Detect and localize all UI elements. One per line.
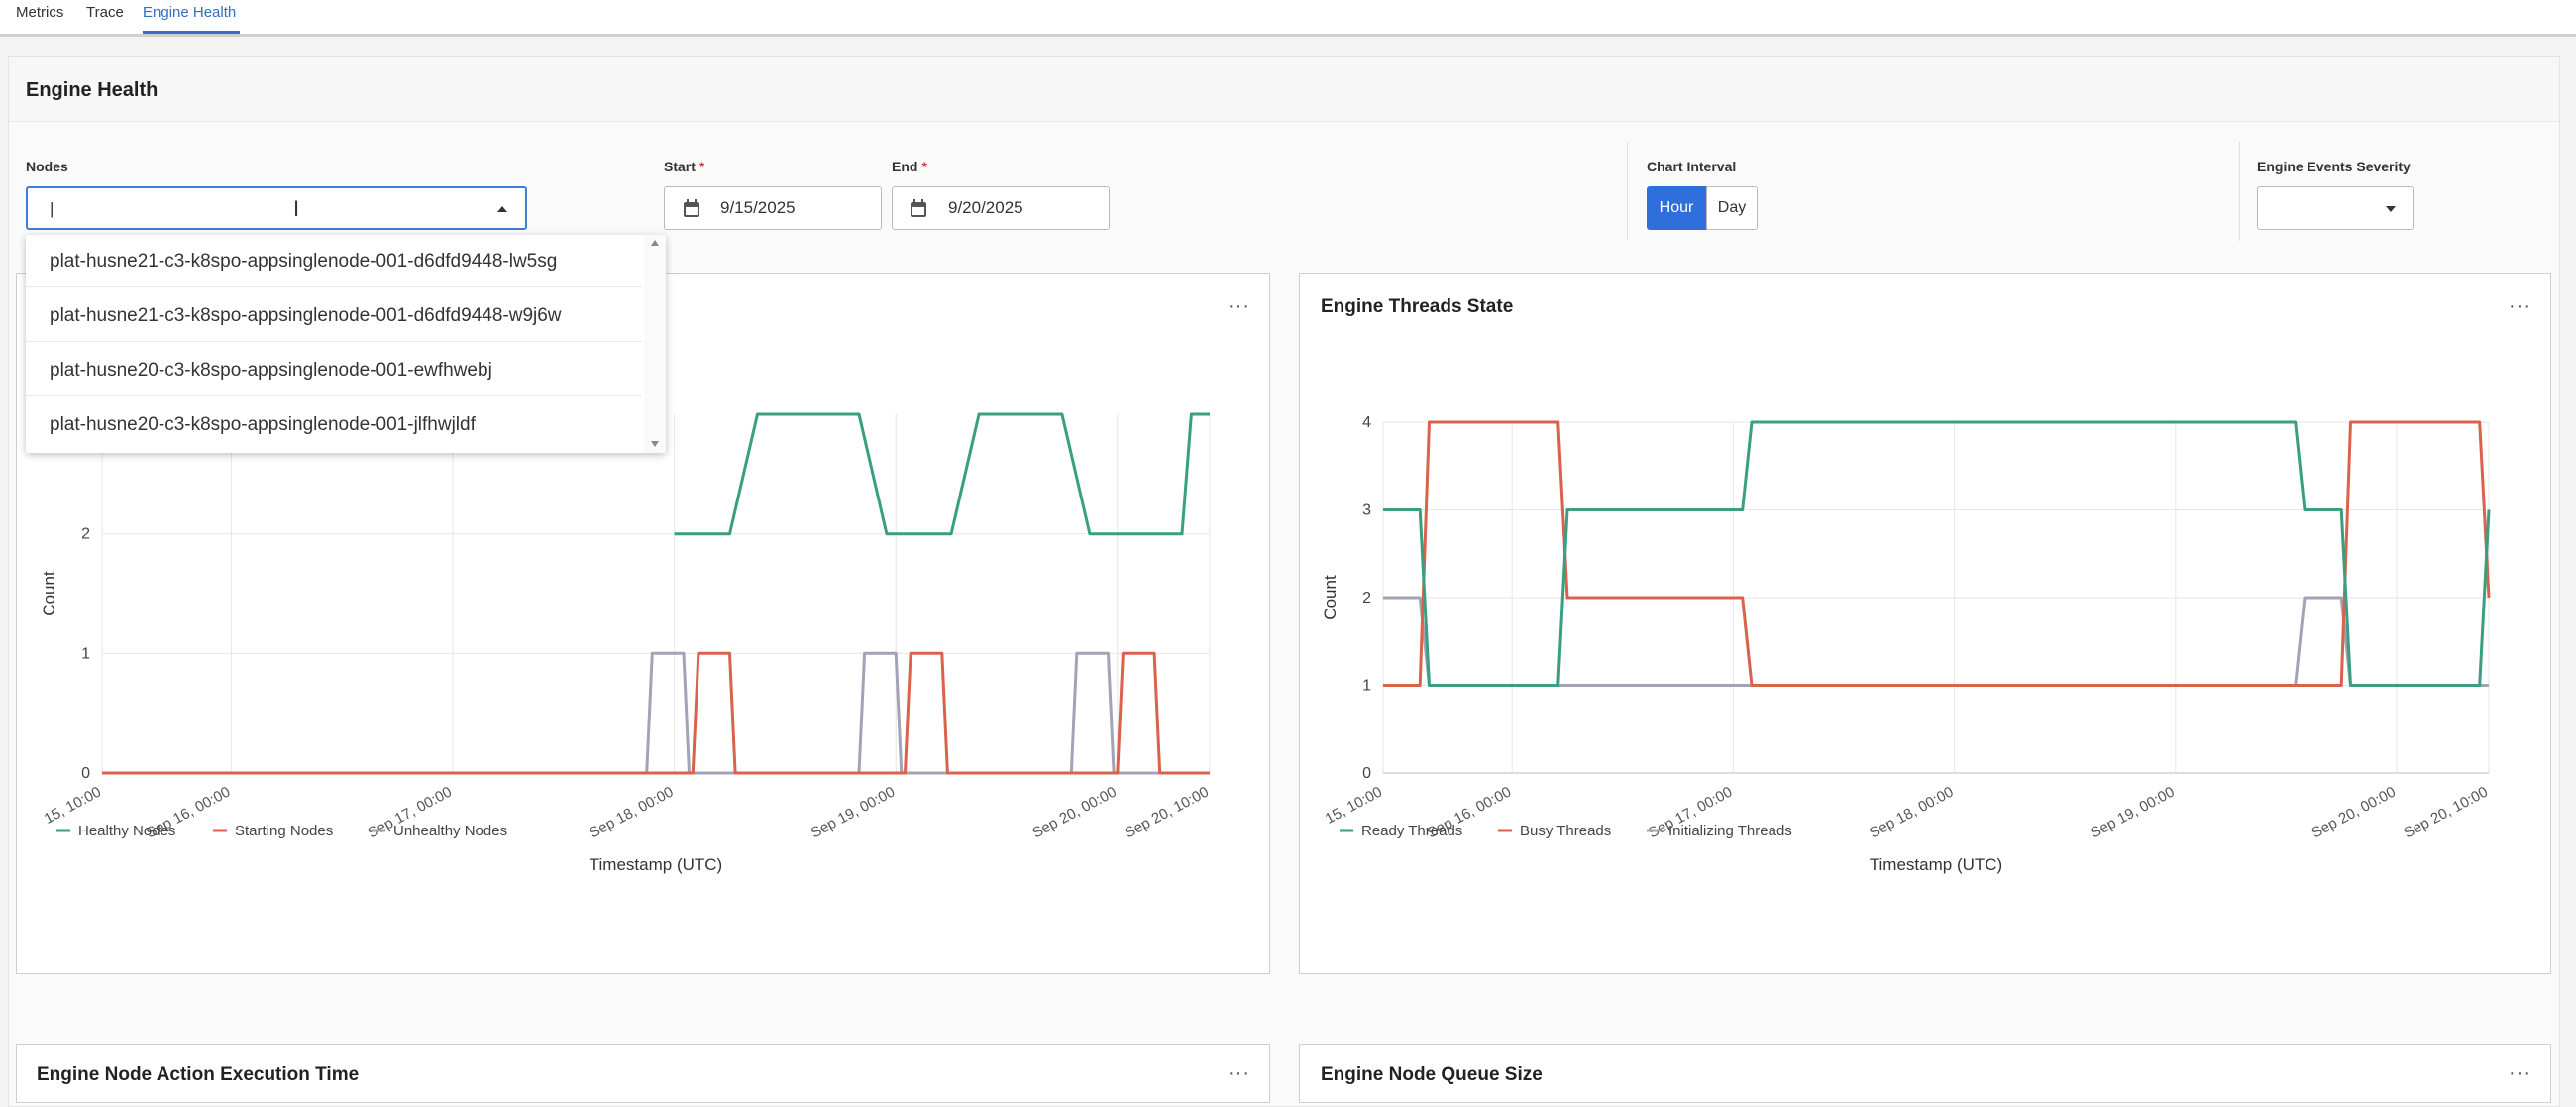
y-tick-label: 2	[81, 526, 90, 543]
x-tick-label: Sep 20, 10:00	[2401, 784, 2490, 842]
y-tick-label: 0	[1362, 765, 1371, 782]
node-option[interactable]: plat-husne21-c3-k8spo-appsinglenode-001-…	[26, 235, 642, 287]
x-axis-label: Timestamp (UTC)	[590, 855, 722, 874]
scroll-down-icon[interactable]	[651, 441, 659, 447]
page-title: Engine Health	[26, 79, 159, 101]
x-tick-label: 15, 10:00	[1323, 784, 1385, 828]
x-tick-label: Sep 20, 00:00	[1029, 784, 1119, 842]
node-option[interactable]: plat-husne20-c3-k8spo-appsinglenode-001-…	[26, 344, 642, 396]
node-health-chart: 15, 10:00 Sep 16, 00:00 Sep 17, 00:00 Sep 1…	[40, 412, 1212, 874]
top-tab-bar: Metrics Trace Engine Health	[0, 0, 2576, 37]
calendar-icon[interactable]	[910, 199, 927, 218]
y-tick-label: 4	[1362, 414, 1371, 431]
chevron-down-icon[interactable]	[2385, 204, 2397, 214]
panel-title: Engine Node Queue Size	[1321, 1064, 1543, 1085]
scroll-up-icon[interactable]	[651, 240, 659, 246]
end-label: End *	[892, 159, 927, 174]
tab-metrics[interactable]: Metrics	[16, 0, 71, 34]
y-tick-label: 3	[1362, 502, 1371, 519]
x-tick-label: Sep 20, 10:00	[1122, 784, 1211, 842]
nodes-combobox[interactable]: | I	[26, 186, 527, 230]
tab-trace[interactable]: Trace	[86, 0, 126, 34]
y-tick-label: 0	[81, 765, 90, 782]
legend-label: Unhealthy Nodes	[393, 823, 507, 839]
more-options-button[interactable]: ···	[1228, 1062, 1250, 1085]
nodes-input-text: |	[50, 199, 54, 218]
y-axis-label: Count	[40, 571, 58, 616]
x-tick-label: Sep 20, 00:00	[2308, 784, 2398, 842]
y-axis-label: Count	[1321, 575, 1340, 620]
execution-time-panel: Engine Node Action Execution Time ···	[16, 1044, 1270, 1103]
more-options-button[interactable]: ···	[1228, 295, 1250, 318]
severity-label: Engine Events Severity	[2257, 159, 2411, 174]
nodes-label: Nodes	[26, 159, 68, 174]
interval-hour-button[interactable]: Hour	[1647, 186, 1706, 230]
more-options-button[interactable]: ···	[2509, 295, 2531, 318]
x-tick-label: 15, 10:00	[42, 784, 104, 828]
nodes-dropdown-list: plat-husne21-c3-k8spo-appsinglenode-001-…	[26, 235, 666, 453]
x-tick-label: Sep 18, 00:00	[587, 784, 676, 842]
page-header: Engine Health	[9, 57, 2559, 122]
y-tick-label: 1	[1362, 678, 1371, 695]
divider	[2239, 142, 2240, 241]
threads-state-chart: 15, 10:00 Sep 16, 00:00 Sep 17, 00:00 Sep 1…	[1321, 414, 2491, 874]
calendar-icon[interactable]	[683, 199, 700, 218]
x-tick-label: Sep 19, 00:00	[2088, 784, 2177, 842]
legend-label: Busy Threads	[1520, 823, 1611, 839]
start-date-value: 9/15/2025	[720, 198, 796, 217]
series-line	[1383, 420, 2491, 687]
more-options-button[interactable]: ···	[2509, 1062, 2531, 1085]
queue-size-panel: Engine Node Queue Size ···	[1299, 1044, 2551, 1103]
end-date-input[interactable]: 9/20/2025	[892, 186, 1110, 230]
x-axis-label: Timestamp (UTC)	[1870, 855, 2002, 874]
tab-engine-health[interactable]: Engine Health	[143, 0, 240, 34]
x-tick-label: Sep 19, 00:00	[808, 784, 898, 842]
legend-label: Starting Nodes	[235, 823, 333, 839]
y-tick-label: 2	[1362, 590, 1371, 607]
end-date-value: 9/20/2025	[948, 198, 1023, 217]
legend-label: Initializing Threads	[1668, 823, 1792, 839]
chart-interval-label: Chart Interval	[1647, 159, 1737, 174]
series-line	[1383, 596, 2489, 687]
text-cursor-icon: I	[293, 196, 300, 221]
series-line	[102, 651, 1210, 775]
start-label: Start *	[664, 159, 705, 174]
legend-label: Healthy Nodes	[78, 823, 175, 839]
series-line	[674, 412, 1210, 536]
node-option[interactable]: plat-husne21-c3-k8spo-appsinglenode-001-…	[26, 289, 642, 342]
dropdown-scrollbar[interactable]	[644, 235, 666, 453]
y-tick-label: 1	[81, 645, 90, 662]
series-line	[1383, 420, 2491, 687]
legend-label: Ready Threads	[1361, 823, 1462, 839]
engine-threads-state-panel: Engine Threads State ··· 15, 10:00 Sep 16…	[1299, 273, 2551, 974]
x-tick-label: Sep 18, 00:00	[1867, 784, 1956, 842]
severity-select[interactable]	[2257, 186, 2414, 230]
chevron-up-icon[interactable]	[496, 204, 508, 214]
interval-day-button[interactable]: Day	[1706, 186, 1758, 230]
start-date-input[interactable]: 9/15/2025	[664, 186, 882, 230]
panel-title: Engine Node Action Execution Time	[37, 1064, 360, 1085]
panel-title: Engine Threads State	[1321, 296, 1514, 317]
series-line	[102, 651, 1210, 775]
node-option[interactable]: plat-husne20-c3-k8spo-appsinglenode-001-…	[26, 398, 642, 451]
divider	[1627, 142, 1628, 241]
